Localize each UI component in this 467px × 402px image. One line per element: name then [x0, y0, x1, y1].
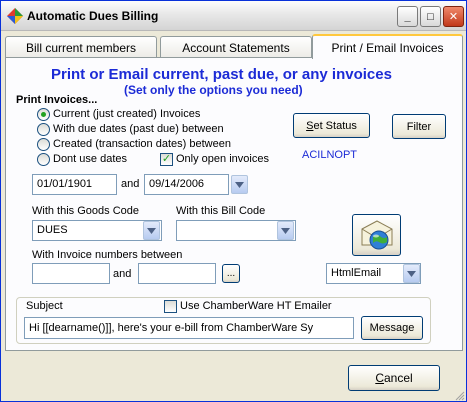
chevron-down-icon: [407, 270, 416, 277]
chamberware-emailer-label: Use ChamberWare HT Emailer: [180, 300, 332, 312]
only-open-invoices-label: Only open invoices: [176, 153, 269, 165]
tab-print-email-invoices[interactable]: Print / Email Invoices: [312, 34, 463, 59]
send-email-button[interactable]: [352, 214, 401, 256]
date-from-field[interactable]: 01/01/1901: [32, 174, 117, 195]
message-button[interactable]: Message: [361, 316, 423, 340]
bill-code-label: With this Bill Code: [176, 205, 266, 217]
invoice-from-field[interactable]: [32, 263, 110, 284]
goods-code-label: With this Goods Code: [32, 205, 139, 217]
invoice-and-label: and: [113, 268, 132, 280]
page-heading: Print or Email current, past due, or any…: [51, 66, 392, 83]
bill-code-dropdown[interactable]: [277, 221, 294, 240]
status-codes-text: ACILNOPT: [302, 149, 358, 161]
date-to-field[interactable]: 09/14/2006: [144, 174, 229, 195]
only-open-invoices-checkbox[interactable]: ✓: [160, 153, 173, 166]
filter-button[interactable]: Filter: [392, 114, 446, 139]
tab-bill-current-members[interactable]: Bill current members: [5, 36, 157, 58]
cancel-label: ancel: [383, 371, 413, 385]
set-status-button[interactable]: Set Status: [293, 113, 370, 138]
tab-account-statements[interactable]: Account Statements: [160, 36, 312, 58]
chevron-down-icon: [281, 227, 290, 234]
subject-label: Subject: [26, 300, 63, 312]
cancel-button[interactable]: Cancel: [348, 365, 440, 391]
chevron-down-icon: [147, 227, 156, 234]
radio-dont-use-dates-label: Dont use dates: [53, 153, 127, 165]
set-status-mnemonic: S: [306, 119, 314, 132]
minimize-button[interactable]: _: [397, 6, 418, 27]
date-picker-dropdown[interactable]: [231, 175, 248, 194]
email-globe-icon: [361, 220, 392, 250]
invoice-to-field[interactable]: [138, 263, 216, 284]
resize-grip-icon[interactable]: [453, 389, 465, 401]
page-subheading: (Set only the options you need): [124, 83, 303, 97]
maximize-button[interactable]: □: [420, 6, 441, 27]
set-status-label: et Status: [313, 119, 357, 132]
maximize-icon: □: [427, 10, 434, 23]
tab-label: Bill current members: [25, 40, 137, 55]
chevron-down-icon: [235, 181, 244, 188]
title-bar[interactable]: Automatic Dues Billing _ □ ✕: [1, 1, 466, 31]
tab-label: Account Statements: [182, 40, 290, 55]
send-method-dropdown[interactable]: [403, 264, 420, 283]
subject-input[interactable]: Hi [[dearname()]], here's your e-bill fr…: [24, 317, 354, 339]
message-label: Message: [369, 322, 415, 334]
radio-due-dates-label: With due dates (past due) between: [53, 123, 224, 135]
browse-label: ...: [226, 268, 236, 279]
radio-current-invoices[interactable]: [37, 108, 50, 121]
app-diamond-icon: [7, 8, 23, 24]
tab-strip: Bill current members Account Statements …: [5, 34, 463, 59]
cancel-mnemonic: C: [375, 371, 384, 385]
date-and-label: and: [121, 178, 140, 190]
radio-created-label: Created (transaction dates) between: [53, 138, 231, 150]
invoice-browse-button[interactable]: ...: [222, 264, 240, 283]
print-invoices-label: Print Invoices...: [16, 94, 98, 106]
goods-code-dropdown[interactable]: [143, 221, 160, 240]
tab-panel: Print or Email current, past due, or any…: [5, 57, 463, 351]
radio-dont-use-dates[interactable]: [37, 153, 50, 166]
close-icon: ✕: [448, 11, 459, 23]
radio-current-label: Current (just created) Invoices: [53, 108, 201, 120]
radio-due-dates-between[interactable]: [37, 123, 50, 136]
window-title: Automatic Dues Billing: [27, 9, 159, 23]
invoice-numbers-label: With Invoice numbers between: [32, 249, 183, 261]
dialog-window: Automatic Dues Billing _ □ ✕ Bill curren…: [0, 0, 467, 402]
minimize-icon: _: [404, 10, 411, 23]
filter-label: Filter: [406, 120, 432, 133]
tab-label: Print / Email Invoices: [331, 40, 444, 55]
radio-created-between[interactable]: [37, 138, 50, 151]
chamberware-emailer-checkbox[interactable]: [164, 300, 177, 313]
close-button[interactable]: ✕: [443, 6, 464, 27]
